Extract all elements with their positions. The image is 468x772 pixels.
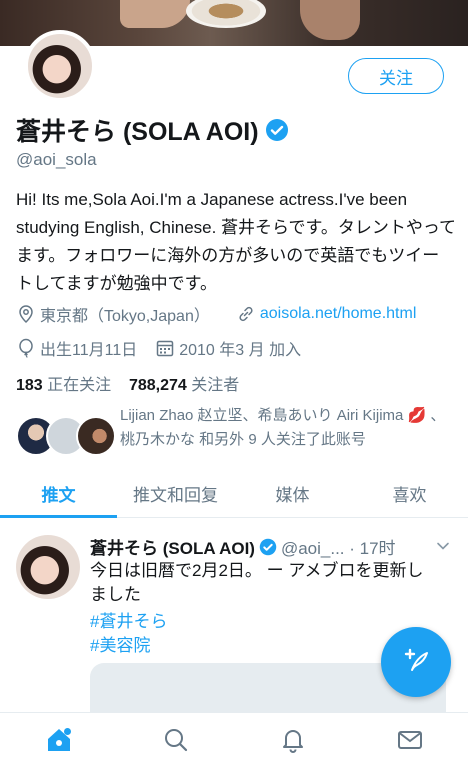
follow-button[interactable]: 关注 <box>348 58 444 94</box>
following-stat[interactable]: 183 正在关注 <box>16 377 111 394</box>
profile-location: 東京都（Tokyo,Japan） <box>40 308 210 325</box>
birthday-joined-row: 出生11月11日 2010 年3 月 加入 <box>16 336 301 360</box>
followers-stat[interactable]: 788,274 关注者 <box>129 377 239 394</box>
profile-avatar[interactable] <box>24 30 96 102</box>
followed-by-text: Lijian Zhao 赵立坚、希島あいり Airi Kijima 💋 、桃乃木… <box>120 407 446 448</box>
bottom-nav <box>0 712 468 772</box>
calendar-icon <box>155 338 175 358</box>
tweet-handle-time: @aoi_... · 17时 <box>280 539 396 558</box>
banner-photo-detail <box>120 0 190 28</box>
bell-icon <box>279 726 307 759</box>
tweet-author-name: 蒼井そら (SOLA AOI) <box>90 539 255 558</box>
followers-label: 关注者 <box>191 377 240 394</box>
profile-birthday: 出生11月11日 <box>40 342 138 359</box>
banner-photo-detail <box>300 0 360 40</box>
profile-bio: Hi! Its me,Sola Aoi.I'm a Japanese actre… <box>16 190 457 293</box>
tab-likes[interactable]: 喜欢 <box>351 470 468 517</box>
following-label: 正在关注 <box>47 377 112 394</box>
tweet-author-avatar[interactable] <box>16 535 80 599</box>
profile-website-link[interactable]: aoisola.net/home.html <box>260 305 417 323</box>
display-name-text: 蒼井そら (SOLA AOI) <box>16 118 259 146</box>
balloon-icon <box>16 338 36 358</box>
following-count: 183 <box>16 377 43 394</box>
followed-by-section[interactable]: Lijian Zhao 赵立坚、希島あいり Airi Kijima 💋 、桃乃木… <box>16 404 456 456</box>
hashtag-link[interactable]: #蒼井そら <box>90 607 167 632</box>
follow-stats: 183 正在关注 788,274 关注者 <box>16 371 239 395</box>
nav-search[interactable] <box>156 723 196 763</box>
compose-feather-icon <box>401 645 431 680</box>
tab-tweets[interactable]: 推文 <box>0 470 117 518</box>
hashtag-link[interactable]: #美容院 <box>90 631 150 656</box>
profile-handle: @aoi_sola <box>16 150 97 169</box>
nav-home[interactable] <box>39 723 79 763</box>
followers-count: 788,274 <box>128 377 187 394</box>
tab-media[interactable]: 媒体 <box>234 470 351 517</box>
banner-photo-detail <box>186 0 266 28</box>
profile-tabs: 推文 推文和回复 媒体 喜欢 <box>0 470 468 518</box>
tab-tweets-replies[interactable]: 推文和回复 <box>117 470 234 517</box>
location-website-row: 東京都（Tokyo,Japan） aoisola.net/home.html <box>16 302 416 326</box>
chevron-down-icon[interactable] <box>436 539 450 553</box>
notification-dot <box>63 727 71 735</box>
mail-icon <box>396 726 424 759</box>
verified-badge-icon <box>265 118 289 142</box>
follower-avatar <box>76 416 116 456</box>
location-pin-icon <box>16 304 36 324</box>
search-icon <box>162 726 190 759</box>
link-icon <box>236 304 256 324</box>
profile-joined: 2010 年3 月 加入 <box>179 342 302 359</box>
tweet-header: 蒼井そら (SOLA AOI) @aoi_... · 17时 <box>90 534 452 559</box>
nav-notifications[interactable] <box>273 723 313 763</box>
compose-tweet-button[interactable] <box>381 627 451 697</box>
nav-messages[interactable] <box>390 723 430 763</box>
tweet-text: 今日は旧暦で2月2日。 ー アメブロを更新しました <box>90 561 424 604</box>
display-name: 蒼井そら (SOLA AOI) <box>16 112 289 148</box>
verified-badge-icon <box>259 538 277 556</box>
